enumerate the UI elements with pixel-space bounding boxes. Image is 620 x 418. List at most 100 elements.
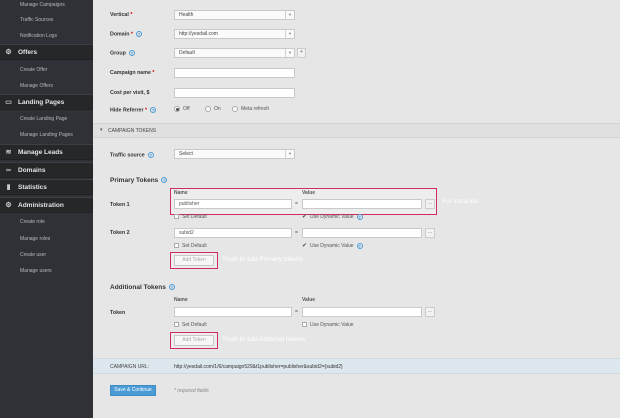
required-note: * required fields [174, 388, 209, 394]
hint-add-primary: Push to add Primary tokens [223, 256, 303, 263]
additional-tokens-title: Additional Tokens? [110, 284, 175, 291]
primary-tokens-title: Primary Tokens? [110, 177, 168, 184]
chevron-down-icon: ▼ [285, 11, 294, 19]
sidebar: Manage Campaigns Traffic Sources Notific… [0, 0, 93, 418]
sidebar-item-manage-roles[interactable]: Manage roles [20, 236, 50, 242]
checkmark-icon: ✔ [302, 214, 308, 220]
hide-referrer-options: Off On Meta refresh [174, 106, 269, 112]
group-select[interactable]: Default ▼ [174, 48, 295, 58]
token-1-label: Token 1 [110, 202, 130, 208]
additional-col-name: Name [174, 297, 188, 303]
vertical-select[interactable]: Health ▼ [174, 10, 295, 20]
help-icon[interactable]: ? [147, 152, 154, 158]
cost-per-visit-input[interactable] [174, 88, 295, 98]
help-icon[interactable]: ? [356, 213, 363, 220]
campaign-tokens-header[interactable]: ▾ CAMPAIGN TOKENS [93, 124, 620, 137]
link-icon: ∞ [6, 166, 11, 174]
additional-set-default[interactable]: Set Default [174, 322, 207, 328]
additional-token-label: Token [110, 310, 126, 316]
add-group-button[interactable]: + [297, 48, 306, 58]
help-icon[interactable]: ? [128, 50, 135, 56]
sidebar-item-manage-campaigns[interactable]: Manage Campaigns [20, 2, 65, 8]
radio-on[interactable]: On [204, 106, 221, 112]
gear-icon: ⚙ [5, 202, 12, 209]
chevron-down-icon: ▼ [285, 49, 294, 57]
sidebar-head-label: Manage Leads [18, 148, 63, 156]
token-1-set-default[interactable]: Set Default [174, 214, 207, 220]
chevron-down-icon: ▾ [100, 127, 103, 133]
campaign-url-label: CAMPAIGN URL: [110, 364, 150, 370]
sidebar-item-notification-logs[interactable]: Notification Logs [20, 33, 57, 39]
main-content: Vertical * Health ▼ Domain *? http://yesd… [93, 0, 620, 418]
sidebar-head-label: Statistics [18, 183, 47, 191]
sidebar-item-create-offer[interactable]: Create Offer [20, 67, 47, 73]
equals-sign: = [295, 201, 298, 207]
page-icon: ▭ [5, 99, 12, 106]
token-1-value-input[interactable] [302, 199, 422, 209]
help-icon[interactable]: ? [150, 107, 157, 113]
token-2-label: Token 2 [110, 230, 130, 236]
gear-icon: ⚙ [5, 49, 12, 56]
additional-token-value-input[interactable] [302, 307, 422, 317]
sidebar-head-label: Offers [18, 48, 38, 56]
primary-col-value: Value [302, 190, 316, 196]
additional-token-name-input[interactable] [174, 307, 292, 317]
cost-per-visit-label: Cost per visit, $ [110, 90, 150, 96]
sidebar-head-label: Landing Pages [18, 98, 65, 106]
sidebar-head-administration[interactable]: ⚙ Administration [0, 197, 93, 213]
sidebar-head-landing-pages[interactable]: ▭ Landing Pages [0, 94, 93, 110]
sidebar-item-traffic-sources[interactable]: Traffic Sources [20, 17, 53, 23]
hint-add-additional: Push to add Aditional tokens [223, 336, 306, 343]
additional-token-more-button[interactable]: ... [425, 307, 435, 317]
campaign-url-value[interactable]: http://yesdail.com/1/6/campaign529&t1pub… [174, 364, 343, 370]
add-primary-token-button[interactable]: Add Token [174, 255, 214, 266]
equals-sign: = [295, 309, 298, 315]
help-icon[interactable]: ? [135, 31, 142, 37]
sidebar-item-manage-landing-pages[interactable]: Manage Landing Pages [20, 132, 73, 138]
equals-sign: = [295, 230, 298, 236]
help-icon[interactable]: ? [168, 284, 175, 291]
campaign-name-label: Campaign name * [110, 70, 155, 76]
traffic-source-select[interactable]: Select ▼ [174, 149, 295, 159]
sidebar-head-statistics[interactable]: ▮ Statistics [0, 179, 93, 195]
campaign-url-bar: CAMPAIGN URL: http://yesdail.com/1/6/cam… [93, 358, 620, 374]
sidebar-item-create-landing-page[interactable]: Create Landing Page [20, 116, 67, 122]
campaign-tokens-title: CAMPAIGN TOKENS [108, 127, 157, 134]
help-icon[interactable]: ? [356, 242, 363, 249]
sidebar-head-manage-leads[interactable]: ≋ Manage Leads [0, 144, 93, 160]
token-1-more-button[interactable]: ... [425, 199, 435, 209]
hide-referrer-label: Hide Referrer *? [110, 107, 157, 114]
vertical-label: Vertical * [110, 12, 133, 18]
checkmark-icon: ✔ [302, 243, 308, 249]
save-continue-button[interactable]: Save & Continue [110, 385, 156, 396]
token-2-set-default[interactable]: Set Default [174, 243, 207, 249]
sidebar-item-manage-users[interactable]: Manage users [20, 268, 52, 274]
database-icon: ≋ [5, 149, 12, 156]
radio-off[interactable]: Off [174, 106, 190, 112]
sidebar-item-create-user[interactable]: Create user [20, 252, 46, 258]
campaign-name-input[interactable] [174, 68, 295, 78]
add-additional-token-button[interactable]: Add Token [174, 335, 214, 346]
group-label: Group? [110, 50, 135, 57]
radio-meta-refresh[interactable]: Meta refresh [232, 106, 269, 112]
token-2-value-input[interactable] [302, 228, 422, 238]
token-2-use-dynamic[interactable]: ✔ Use Dynamic Value? [302, 242, 363, 249]
additional-col-value: Value [302, 297, 316, 303]
token-2-more-button[interactable]: ... [425, 228, 435, 238]
sidebar-head-label: Administration [18, 201, 64, 209]
token-1-use-dynamic[interactable]: ✔ Use Dynamic Value? [302, 213, 363, 220]
domain-label: Domain *? [110, 31, 142, 38]
sidebar-head-offers[interactable]: ⚙ Offers [0, 44, 93, 60]
chevron-down-icon: ▼ [285, 30, 294, 38]
token-1-name-input[interactable]: publisher [174, 199, 292, 209]
sidebar-item-create-role[interactable]: Create role [20, 219, 45, 225]
traffic-source-label: Traffic source? [110, 152, 154, 159]
sidebar-item-manage-offers[interactable]: Manage Offers [20, 83, 53, 89]
sidebar-head-domains[interactable]: ∞ Domains [0, 162, 93, 178]
domain-select[interactable]: http://yesdail.com ▼ [174, 29, 295, 39]
help-icon[interactable]: ? [161, 177, 168, 184]
hint-for-instance: For instance [442, 198, 478, 205]
chart-icon: ▮ [6, 184, 11, 191]
token-2-name-input[interactable]: subid2 [174, 228, 292, 238]
additional-use-dynamic[interactable]: Use Dynamic Value [302, 322, 354, 328]
